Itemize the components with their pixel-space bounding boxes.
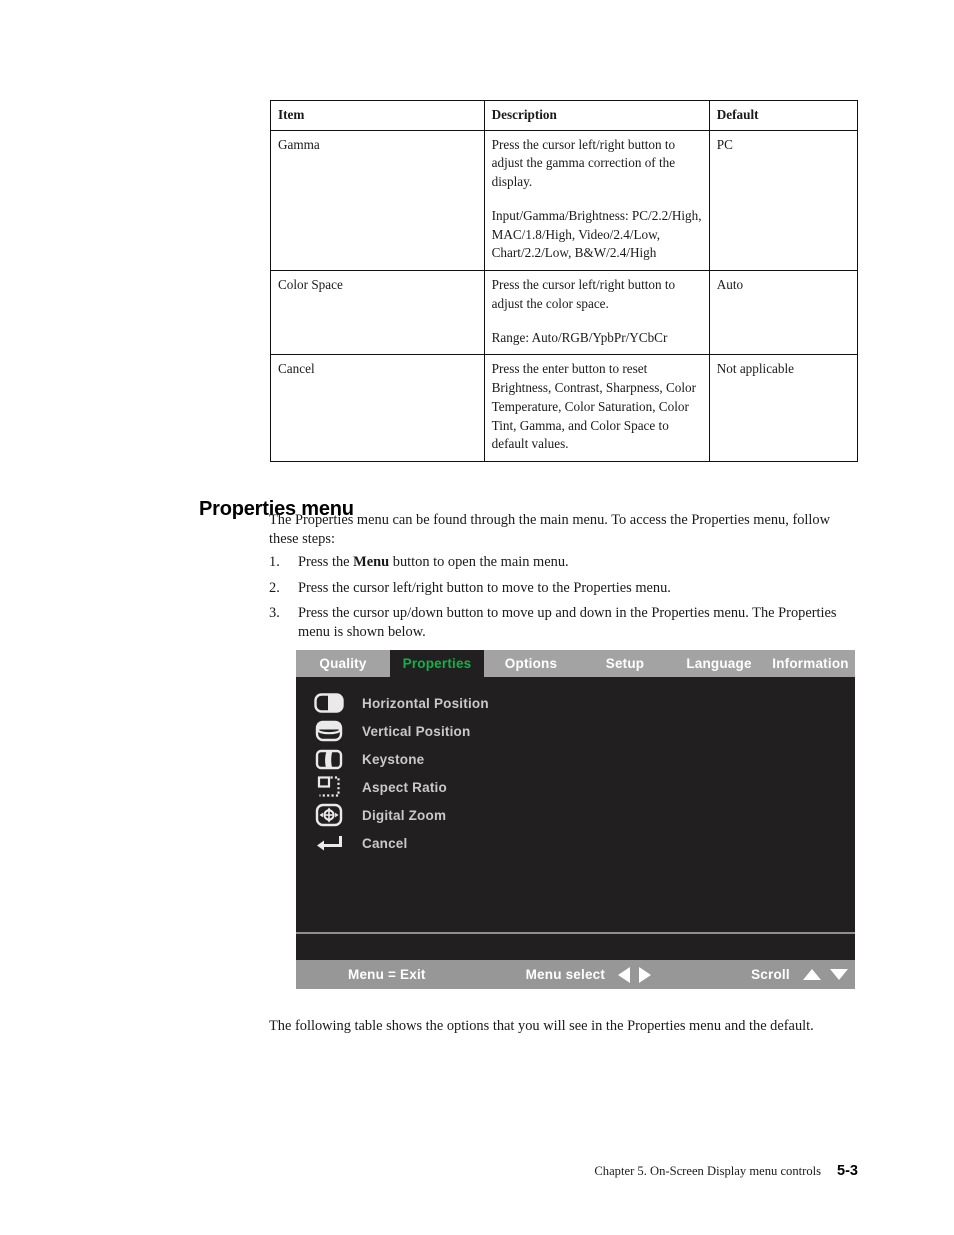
footer-select-label: Menu select	[525, 967, 606, 982]
footer-chapter-label: Chapter 5. On-Screen Display menu contro…	[594, 1164, 822, 1178]
step-text-bold: Menu	[353, 554, 390, 570]
arrow-up-icon[interactable]	[802, 969, 821, 980]
cell-default: Not applicable	[708, 354, 859, 463]
digital-zoom-icon	[296, 803, 362, 827]
osd-footer-bar: Menu = Exit Menu select Scroll	[296, 960, 855, 989]
table-header-row: Item Description Default	[270, 100, 859, 131]
cell-item: Color Space	[270, 270, 485, 356]
footer-select-arrows[interactable]	[618, 966, 652, 983]
keystone-icon	[296, 748, 362, 771]
description-paragraph: Press the cursor left/right button to ad…	[491, 136, 676, 190]
tab-options[interactable]: Options	[484, 650, 578, 677]
table-header-description: Description	[483, 100, 710, 131]
menu-item-digital-zoom[interactable]: Digital Zoom	[296, 801, 855, 829]
footer-scroll-label: Scroll	[751, 967, 790, 982]
table-header-default: Default	[708, 100, 859, 131]
footer-scroll-arrows[interactable]	[802, 969, 848, 980]
table-row: Cancel Press the enter button to reset B…	[270, 354, 859, 463]
arrow-down-icon[interactable]	[829, 969, 848, 980]
osd-menu-list: Horizontal Position Vertical Position Ke…	[296, 677, 855, 932]
tab-setup[interactable]: Setup	[578, 650, 672, 677]
tab-information[interactable]: Information	[766, 650, 855, 677]
description-paragraph: Input/Gamma/Brightness: PC/2.2/High, MAC…	[491, 207, 702, 261]
arrow-right-icon[interactable]	[639, 966, 652, 983]
menu-item-vertical-position[interactable]: Vertical Position	[296, 717, 855, 745]
tab-language[interactable]: Language	[672, 650, 766, 677]
description-paragraph: Range: Auto/RGB/YpbPr/YCbCr	[491, 329, 668, 345]
description-paragraph: Press the cursor left/right button to ad…	[491, 277, 676, 311]
cell-description: Press the cursor left/right button to ad…	[483, 270, 710, 356]
menu-item-label: Vertical Position	[362, 723, 471, 739]
cell-item: Cancel	[270, 354, 485, 463]
tab-properties[interactable]: Properties	[390, 650, 484, 677]
menu-item-label: Keystone	[362, 751, 425, 767]
vertical-position-icon	[296, 719, 362, 743]
cell-description: Press the cursor left/right button to ad…	[483, 129, 710, 272]
step-text-pre: Press the cursor left/right button to mo…	[298, 579, 671, 596]
step-number: 2.	[269, 579, 280, 596]
steps-list: 1. Press the Menu button to open the mai…	[269, 553, 854, 649]
menu-item-keystone[interactable]: Keystone	[296, 745, 855, 773]
cell-default: Auto	[708, 270, 859, 356]
aspect-ratio-icon	[296, 775, 362, 799]
page-footer: Chapter 5. On-Screen Display menu contro…	[594, 1163, 858, 1179]
horizontal-position-icon	[296, 692, 362, 714]
intro-paragraph: The Properties menu can be found through…	[269, 512, 831, 547]
step-text-post: button to open the main menu.	[389, 554, 569, 570]
step-number: 1.	[269, 554, 280, 570]
footer-page-number: 5-3	[837, 1163, 858, 1179]
cell-description: Press the enter button to reset Brightne…	[483, 354, 710, 463]
arrow-left-icon[interactable]	[618, 966, 631, 983]
list-item: 3. Press the cursor up/down button to mo…	[269, 604, 854, 641]
list-item: 2. Press the cursor left/right button to…	[269, 579, 854, 598]
menu-item-horizontal-position[interactable]: Horizontal Position	[296, 689, 855, 717]
cell-default: PC	[708, 129, 859, 272]
table-header-item: Item	[270, 100, 485, 131]
menu-item-aspect-ratio[interactable]: Aspect Ratio	[296, 773, 855, 801]
menu-item-label: Cancel	[362, 835, 408, 851]
cell-item: Gamma	[270, 129, 485, 272]
osd-tab-bar: Quality Properties Options Setup Languag…	[296, 650, 855, 677]
footer-exit-label: Menu = Exit	[348, 967, 426, 982]
description-paragraph: Press the enter button to reset Brightne…	[491, 361, 697, 452]
table-row: Color Space Press the cursor left/right …	[270, 270, 859, 356]
options-table: Item Description Default Gamma Press the…	[270, 100, 859, 463]
menu-item-cancel[interactable]: Cancel	[296, 829, 855, 857]
menu-item-label: Digital Zoom	[362, 807, 447, 823]
tab-quality[interactable]: Quality	[296, 650, 390, 677]
table-row: Gamma Press the cursor left/right button…	[270, 129, 859, 272]
menu-item-label: Aspect Ratio	[362, 779, 447, 795]
osd-spacer	[296, 934, 855, 960]
outro-paragraph: The following table shows the options th…	[269, 1018, 814, 1034]
osd-screenshot: Quality Properties Options Setup Languag…	[296, 650, 855, 989]
menu-item-label: Horizontal Position	[362, 695, 489, 711]
step-number: 3.	[269, 605, 280, 622]
step-text-pre: Press the cursor up/down button to move …	[298, 605, 837, 641]
list-item: 1. Press the Menu button to open the mai…	[269, 553, 854, 572]
step-text-pre: Press the	[298, 554, 354, 570]
enter-return-icon	[296, 832, 362, 854]
